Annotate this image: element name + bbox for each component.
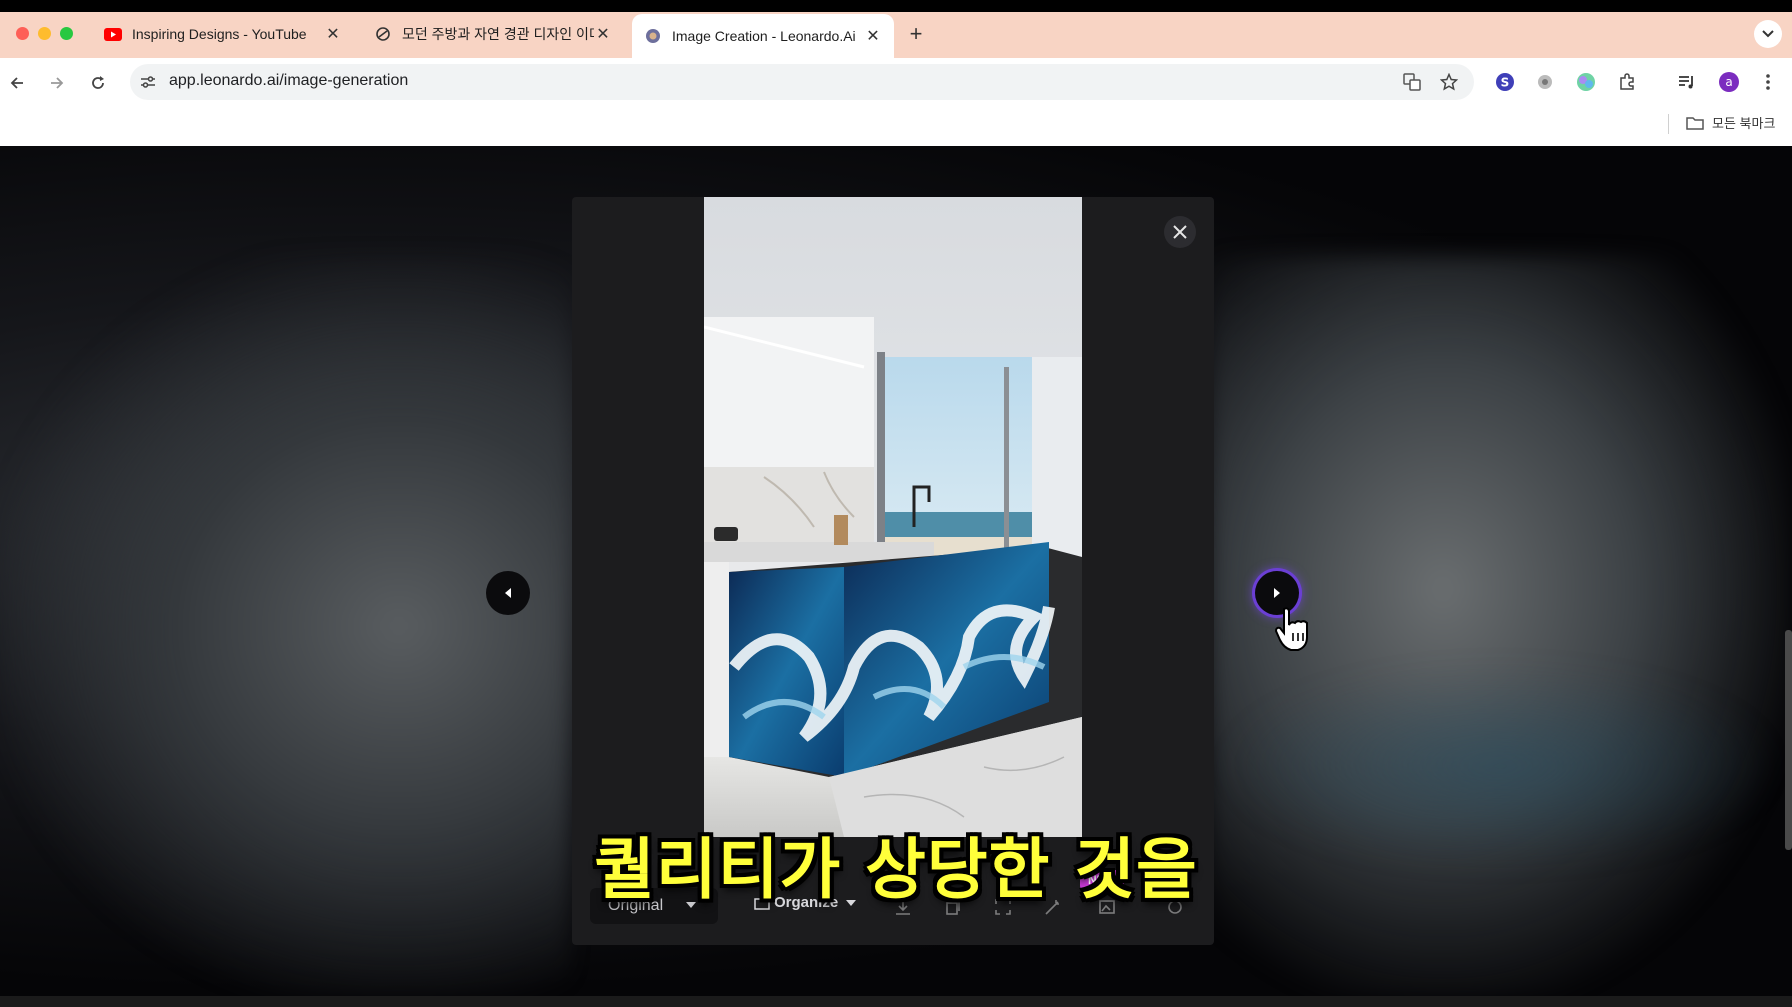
close-icon <box>1173 225 1187 239</box>
youtube-icon <box>104 25 122 43</box>
all-bookmarks-label: 모든 북마크 <box>1712 116 1776 131</box>
media-controls-icon[interactable] <box>1675 70 1699 94</box>
tab-title: Inspiring Designs - YouTube <box>132 26 307 42</box>
translate-icon[interactable] <box>1400 70 1424 94</box>
site-info-icon[interactable] <box>136 70 160 94</box>
reload-button[interactable] <box>85 70 111 96</box>
bookmarks-separator <box>1668 114 1669 134</box>
window-close-button[interactable] <box>16 27 29 40</box>
forward-button[interactable] <box>44 70 70 96</box>
video-subtitle: 퀄리티가 상당한 것을 <box>594 831 1198 908</box>
arrow-right-icon <box>51 77 64 89</box>
tab-close-icon[interactable]: ✕ <box>324 25 342 43</box>
tab-youtube[interactable]: Inspiring Designs - YouTube ✕ <box>92 14 354 54</box>
tab-close-icon[interactable]: ✕ <box>594 25 612 43</box>
tab-title: 모던 주방과 자연 경관 디자인 이미 <box>402 26 594 42</box>
extensions-puzzle-icon[interactable] <box>1615 70 1639 94</box>
blurred-image-right-accent <box>1220 666 1780 866</box>
close-viewer-button[interactable] <box>1164 216 1196 248</box>
blurred-image-left <box>0 256 570 996</box>
kitchen-wave-island-image <box>704 197 1082 837</box>
arrow-left-icon <box>10 77 23 89</box>
window-zoom-button[interactable] <box>60 27 73 40</box>
screen-bottom-strip <box>0 996 1792 1007</box>
hand-pointer-cursor-icon <box>1274 605 1314 658</box>
page-scrollbar[interactable] <box>1785 630 1792 850</box>
chevron-down-icon <box>1762 30 1774 38</box>
extension-s-icon[interactable]: S <box>1493 70 1517 94</box>
new-tab-button[interactable]: + <box>904 21 928 46</box>
extension-color-icon[interactable] <box>1574 70 1598 94</box>
caret-right-icon <box>1274 588 1280 598</box>
screen-top-strip <box>0 0 1792 12</box>
tab-title: Image Creation - Leonardo.Ai <box>672 28 856 44</box>
window-minimize-button[interactable] <box>38 27 51 40</box>
folder-icon <box>1686 116 1704 130</box>
reload-icon <box>92 76 104 89</box>
caret-left-icon <box>505 588 511 598</box>
bookmark-star-icon[interactable] <box>1437 70 1461 94</box>
tab-search-button[interactable] <box>1754 20 1782 48</box>
profile-initial: a <box>1725 75 1732 89</box>
back-button[interactable] <box>4 70 30 96</box>
profile-avatar[interactable]: a <box>1717 70 1741 94</box>
chatgpt-icon <box>374 25 392 43</box>
extension-eye-icon[interactable] <box>1533 70 1557 94</box>
previous-image-button[interactable] <box>486 571 530 615</box>
leonardo-icon <box>644 27 662 45</box>
url-text: app.leonardo.ai/image-generation <box>169 72 409 89</box>
tab-leonardo[interactable]: Image Creation - Leonardo.Ai ✕ <box>632 14 894 58</box>
bookmarks-bar <box>0 108 1792 146</box>
tab-close-icon[interactable]: ✕ <box>864 27 882 45</box>
svg-text:S: S <box>1501 76 1510 90</box>
tab-chatgpt[interactable]: 모던 주방과 자연 경관 디자인 이미 ✕ <box>362 14 624 54</box>
all-bookmarks-button[interactable]: 모든 북마크 <box>1686 113 1775 132</box>
browser-menu-icon[interactable] <box>1756 70 1780 94</box>
